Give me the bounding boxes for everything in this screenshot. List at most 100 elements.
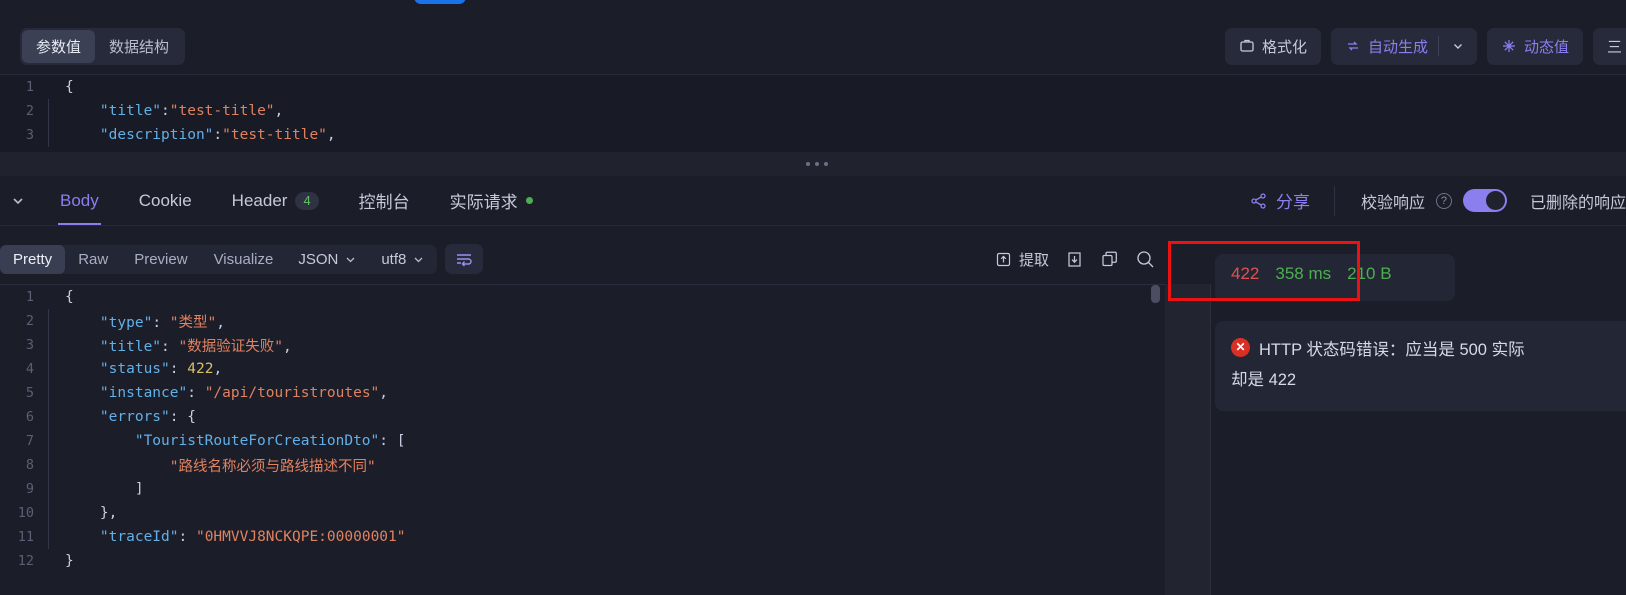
line-number: 8 bbox=[25, 457, 34, 473]
response-actions: 提取 bbox=[995, 249, 1170, 270]
code-token: : bbox=[178, 529, 196, 545]
code-token: , bbox=[274, 103, 284, 119]
format-icon bbox=[1239, 38, 1255, 54]
code-token: , bbox=[379, 385, 389, 401]
tab-cookie[interactable]: Cookie bbox=[119, 176, 212, 225]
extract-button[interactable]: 提取 bbox=[995, 249, 1049, 270]
code-line: 12} bbox=[0, 549, 1165, 573]
deleted-response-label[interactable]: 已删除的响应 bbox=[1530, 189, 1626, 213]
autogen-dropdown-button[interactable] bbox=[1439, 31, 1477, 61]
drag-handle-dots bbox=[806, 162, 828, 166]
code-token: : bbox=[187, 385, 205, 401]
panel-splitter[interactable] bbox=[0, 152, 1626, 176]
encoding-value: utf8 bbox=[381, 250, 407, 268]
tab-header[interactable]: Header 4 bbox=[212, 176, 339, 225]
validation-error-text: HTTP 状态码错误：应当是 500 实际 bbox=[1259, 341, 1525, 359]
word-wrap-icon bbox=[455, 251, 473, 267]
indent-guide bbox=[48, 453, 49, 477]
line-number: 1 bbox=[25, 79, 34, 95]
code-line: 1{ bbox=[0, 75, 1626, 99]
response-scrollbar-thumb[interactable] bbox=[1151, 285, 1160, 303]
code-line: 3 "description":"test-title", bbox=[0, 123, 1626, 147]
line-number: 11 bbox=[17, 529, 34, 545]
code-text: } bbox=[65, 553, 74, 569]
view-visualize[interactable]: Visualize bbox=[201, 245, 287, 274]
autogen-split-button: 自动生成 bbox=[1330, 27, 1477, 65]
line-number: 4 bbox=[25, 361, 34, 377]
indent-guide bbox=[48, 429, 49, 453]
request-body-editor[interactable]: 1{2 "title":"test-title", 3 "description"… bbox=[0, 74, 1626, 152]
drag-dot bbox=[824, 162, 828, 166]
code-line: 5 "instance": "/api/touristroutes", bbox=[0, 381, 1165, 405]
indent-guide bbox=[48, 99, 49, 123]
code-token: : bbox=[213, 127, 223, 143]
tab-header-label: Header bbox=[231, 190, 288, 210]
code-line: 3 "title": "数据验证失败", bbox=[0, 333, 1165, 357]
response-body-editor[interactable]: 1{2 "type": "类型", 3 "title": "数据验证失败", 4 "… bbox=[0, 284, 1165, 595]
code-line: 8 "路线名称必须与路线描述不同" bbox=[0, 453, 1165, 477]
code-token: , bbox=[213, 361, 223, 377]
clipped-right-button[interactable]: 三 bbox=[1592, 27, 1626, 65]
code-line: 2 "title":"test-title", bbox=[0, 99, 1626, 123]
code-token: : { bbox=[169, 409, 196, 425]
code-line: 10 }, bbox=[0, 501, 1165, 525]
collapse-panel-button[interactable] bbox=[0, 193, 40, 209]
indent-guide bbox=[48, 525, 49, 549]
code-token: : bbox=[169, 361, 188, 377]
code-token: "title" bbox=[65, 338, 162, 355]
header-count-badge: 4 bbox=[295, 191, 319, 210]
extract-label: 提取 bbox=[1018, 251, 1049, 269]
encoding-select[interactable]: utf8 bbox=[369, 245, 437, 274]
code-line: 1{ bbox=[0, 285, 1165, 309]
code-token: : [ bbox=[379, 433, 406, 449]
line-number: 6 bbox=[25, 409, 34, 425]
code-line: 6 "errors": { bbox=[0, 405, 1165, 429]
autogen-button[interactable]: 自动生成 bbox=[1331, 28, 1438, 65]
line-number: 2 bbox=[25, 313, 34, 329]
view-raw[interactable]: Raw bbox=[65, 245, 121, 274]
refresh-icon bbox=[1345, 38, 1361, 54]
code-text: ] bbox=[65, 481, 144, 497]
tab-actual-request[interactable]: 实际请求 bbox=[430, 176, 553, 225]
help-icon[interactable]: ? bbox=[1435, 192, 1452, 209]
code-token: "errors" bbox=[65, 409, 170, 425]
validation-error-text-line2: 却是 422 bbox=[1231, 371, 1297, 389]
download-button[interactable] bbox=[1065, 250, 1084, 269]
tab-body[interactable]: Body bbox=[40, 176, 119, 225]
word-wrap-button[interactable] bbox=[445, 244, 484, 274]
request-toolbar-actions: 格式化 自动生成 动态值 三 bbox=[1224, 27, 1626, 65]
code-line: 4 "status": 422, bbox=[0, 357, 1165, 381]
view-pretty[interactable]: Pretty bbox=[0, 244, 66, 274]
line-number: 7 bbox=[25, 433, 34, 449]
language-select[interactable]: JSON bbox=[286, 245, 369, 274]
response-status-panel: 422 358 ms 210 B ✕ HTTP 状态码错误：应当是 500 实际… bbox=[1211, 254, 1626, 595]
code-token: : bbox=[161, 103, 170, 119]
dynamic-value-label: 动态值 bbox=[1523, 38, 1569, 56]
line-number: 12 bbox=[17, 553, 34, 569]
view-preview[interactable]: Preview bbox=[121, 245, 200, 274]
format-button[interactable]: 格式化 bbox=[1224, 27, 1321, 65]
tab-param-values[interactable]: 参数值 bbox=[22, 29, 96, 63]
code-token: } bbox=[65, 553, 74, 569]
code-token: "status" bbox=[65, 361, 170, 377]
line-number: 10 bbox=[17, 505, 34, 521]
share-button[interactable]: 分享 bbox=[1238, 188, 1334, 213]
dynamic-value-button[interactable]: 动态值 bbox=[1486, 27, 1583, 65]
tab-actual-request-label: 实际请求 bbox=[449, 193, 518, 212]
code-text: "title": "数据验证失败", bbox=[65, 335, 292, 356]
validate-response-toggle[interactable] bbox=[1462, 189, 1507, 212]
code-token: 422 bbox=[187, 361, 214, 377]
tab-console[interactable]: 控制台 bbox=[339, 176, 430, 225]
extract-icon bbox=[995, 251, 1012, 268]
code-token: "路线名称必须与路线描述不同" bbox=[65, 458, 376, 475]
code-text: "instance": "/api/touristroutes", bbox=[65, 385, 388, 401]
line-number: 2 bbox=[25, 103, 34, 119]
line-number: 9 bbox=[25, 481, 34, 497]
tab-data-structure[interactable]: 数据结构 bbox=[95, 30, 183, 63]
indent-guide bbox=[48, 405, 49, 429]
copy-button[interactable] bbox=[1100, 250, 1119, 269]
tab-cookie-label: Cookie bbox=[138, 190, 192, 210]
search-button[interactable] bbox=[1135, 249, 1156, 270]
indent-guide bbox=[48, 285, 49, 309]
code-text: "status": 422, bbox=[65, 361, 222, 377]
